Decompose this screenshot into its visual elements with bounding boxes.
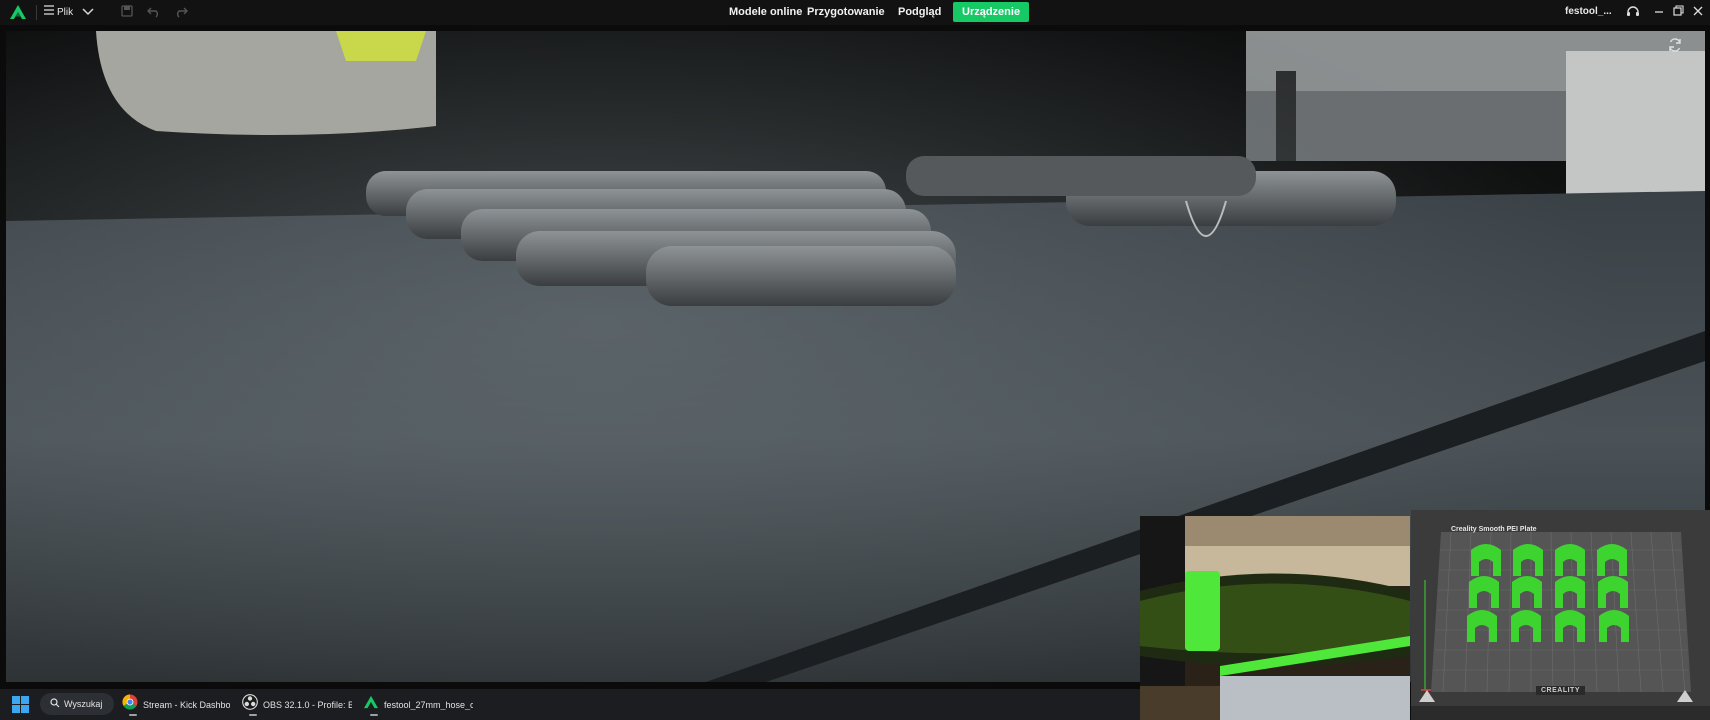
running-indicator <box>249 714 257 716</box>
taskbar-app-obs[interactable]: OBS 32.1.0 - Profile: Bez <box>242 693 352 716</box>
taskbar-app-label: Stream - Kick Dashboar <box>143 699 230 710</box>
chevron-down-icon[interactable] <box>81 4 95 23</box>
close-icon[interactable] <box>1691 3 1705 24</box>
taskbar-app-chrome[interactable]: Stream - Kick Dashboar <box>122 693 230 716</box>
windows-taskbar: Wyszukaj Stream - Kick Dashboar OBS 32.1… <box>0 689 1140 720</box>
search-icon <box>50 695 60 713</box>
plate-name-label: Creality Smooth PEI Plate <box>1451 526 1537 533</box>
hamburger-icon <box>43 3 55 21</box>
refresh-icon[interactable] <box>1667 37 1683 58</box>
running-indicator <box>370 714 378 716</box>
webcam-overlay <box>1140 516 1410 720</box>
taskbar-app-label: festool_27mm_hose_cat <box>384 699 473 710</box>
obs-icon <box>242 694 258 715</box>
taskbar-app-creality-print[interactable]: festool_27mm_hose_cat <box>363 693 473 716</box>
tab-modele-online[interactable]: Modele online <box>729 2 802 22</box>
tab-urzadzenie[interactable]: Urządzenie <box>953 2 1030 22</box>
project-title: festool_... <box>1565 6 1612 17</box>
file-menu-label: Plik <box>57 6 74 18</box>
tab-przygotowanie[interactable]: Przygotowanie <box>807 2 885 22</box>
toolbar-divider <box>36 5 37 20</box>
redo-icon[interactable] <box>174 4 188 23</box>
main-navigation: Modele online Przygotowanie Podgląd Urzą… <box>0 0 1710 25</box>
windows-start-icon[interactable] <box>12 696 29 718</box>
file-menu-button[interactable]: Plik <box>43 3 73 21</box>
save-icon[interactable] <box>120 4 134 23</box>
creality-print-icon <box>363 695 379 714</box>
creality-print-logo-icon[interactable] <box>9 4 27 25</box>
plate-brand-label: CREALITY <box>1536 686 1585 695</box>
search-label: Wyszukaj <box>64 699 103 709</box>
plate-preview-overlay: Creality Smooth PEI Plate CREALITY <box>1411 510 1710 720</box>
title-bar: Plik Modele online Przygotowanie Podgląd… <box>0 0 1710 25</box>
headset-icon[interactable] <box>1625 3 1641 24</box>
taskbar-app-label: OBS 32.1.0 - Profile: Bez <box>263 699 352 710</box>
webcam-image <box>1140 516 1410 720</box>
taskbar-search-button[interactable]: Wyszukaj <box>40 693 114 715</box>
running-indicator <box>129 714 137 716</box>
maximize-icon[interactable] <box>1671 3 1685 24</box>
tab-podglad[interactable]: Podgląd <box>898 2 941 22</box>
undo-icon[interactable] <box>147 4 161 23</box>
chrome-icon <box>122 694 138 715</box>
minimize-icon[interactable] <box>1652 3 1666 24</box>
